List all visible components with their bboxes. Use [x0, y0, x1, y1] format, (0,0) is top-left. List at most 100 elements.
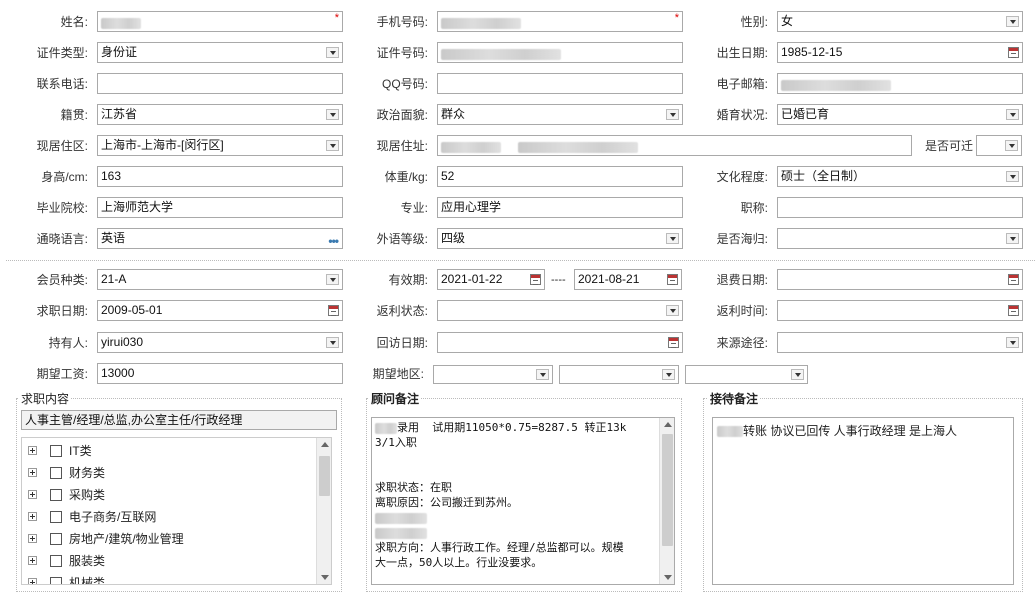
expand-plus-icon[interactable] [28, 446, 37, 455]
date-field[interactable]: 2009-05-01 [97, 300, 343, 321]
chevron-down-icon [326, 47, 339, 58]
calendar-icon[interactable] [1008, 47, 1019, 58]
area-province-select[interactable] [433, 365, 553, 384]
calendar-icon[interactable] [668, 337, 679, 348]
address-input[interactable] [437, 135, 912, 156]
advisor-notes-line [375, 525, 626, 540]
field-value: 上海师范大学 [101, 200, 174, 214]
field-value: 163 [101, 169, 122, 183]
calendar-icon[interactable] [530, 274, 541, 285]
text-field[interactable] [97, 73, 343, 94]
more-options-icon[interactable]: ••• [328, 232, 339, 248]
checkbox[interactable] [50, 577, 62, 584]
refund-date-input[interactable] [777, 269, 1023, 290]
checkbox[interactable] [50, 533, 62, 545]
checkbox[interactable] [50, 467, 62, 479]
text-field[interactable]: 52 [437, 166, 683, 187]
select-field[interactable]: 已婚已育 [777, 104, 1023, 125]
scroll-thumb[interactable] [662, 434, 673, 546]
calendar-icon[interactable] [667, 274, 678, 285]
field-value: 硕士（全日制） [781, 169, 866, 183]
text-field[interactable]: * [97, 11, 343, 32]
date-field[interactable] [777, 300, 1023, 321]
text-field[interactable]: 上海师范大学 [97, 197, 343, 218]
date-field[interactable]: 1985-12-15 [777, 42, 1023, 63]
field-label: 专业: [400, 201, 428, 215]
text-field[interactable] [437, 42, 683, 63]
expand-plus-icon[interactable] [28, 534, 37, 543]
expand-plus-icon[interactable] [28, 490, 37, 499]
scroll-down-icon[interactable] [321, 575, 329, 580]
valid-from-input[interactable]: 2021-01-22 [437, 269, 545, 290]
scroll-down-icon[interactable] [664, 575, 672, 580]
redacted-text [375, 512, 427, 524]
select-field[interactable] [437, 300, 683, 321]
member-type-label: 会员种类: [36, 273, 88, 287]
field-label: 返利时间: [716, 304, 768, 318]
expand-plus-icon[interactable] [28, 556, 37, 565]
select-field[interactable] [777, 332, 1023, 353]
residence-label: 现居住区: [36, 139, 88, 153]
text-field[interactable] [777, 73, 1023, 94]
text-field[interactable] [437, 73, 683, 94]
expand-plus-icon[interactable] [28, 512, 37, 521]
text-field[interactable]: 163 [97, 166, 343, 187]
checkbox[interactable] [50, 555, 62, 567]
job-category-tree[interactable]: IT类 财务类 采购类 电子商务/互联网 房地产/建筑/物业管理 服装类 机械类 [21, 437, 332, 585]
reception-notes-textarea[interactable]: 转账 协议已回传 人事行政经理 是上海人 [712, 417, 1014, 585]
select-field[interactable] [777, 228, 1023, 249]
advisor-panel-title: 顾问备注 [369, 392, 422, 406]
checkbox[interactable] [50, 511, 62, 523]
select-field[interactable]: 硕士（全日制） [777, 166, 1023, 187]
date-field[interactable] [437, 332, 683, 353]
field-value: 52 [441, 169, 455, 183]
select-field[interactable]: 群众 [437, 104, 683, 125]
tree-item-label: 电子商务/互联网 [69, 510, 157, 524]
advisor-notes-line: 求职方向：人事行政工作。经理/总监都可以。规模 [375, 540, 626, 555]
field-label: 姓名: [60, 15, 88, 29]
notes-scrollbar[interactable] [659, 418, 674, 584]
scroll-up-icon[interactable] [664, 422, 672, 427]
salary-input[interactable]: 13000 [97, 363, 343, 384]
calendar-icon[interactable] [328, 305, 339, 316]
select-field[interactable]: 身份证 [97, 42, 343, 63]
tree-item-label: 采购类 [69, 488, 106, 502]
field-value: 已婚已育 [781, 107, 830, 121]
tree-scrollbar[interactable] [316, 438, 331, 584]
scroll-up-icon[interactable] [321, 442, 329, 447]
field-label: 证件号码: [376, 46, 428, 60]
job-content-panel: 求职内容 人事主管/经理/总监,办公室主任/行政经理 IT类 财务类 采购类 电子商务… [16, 392, 342, 592]
calendar-icon[interactable] [1008, 305, 1019, 316]
picker-field[interactable]: 英语 ••• [97, 228, 343, 249]
select-field[interactable]: yirui030 [97, 332, 343, 353]
select-field[interactable]: 江苏省 [97, 104, 343, 125]
required-asterisk-icon: * [674, 12, 679, 24]
field-label: 体重/kg: [384, 170, 428, 184]
expand-plus-icon[interactable] [28, 578, 37, 584]
advisor-notes-line: 3/1入职 [375, 435, 626, 450]
text-field[interactable]: * [437, 11, 683, 32]
expand-plus-icon[interactable] [28, 468, 37, 477]
area-city-select[interactable] [559, 365, 679, 384]
select-field[interactable]: 女 [777, 11, 1023, 32]
select-field[interactable]: 四级 [437, 228, 683, 249]
relocate-select[interactable] [976, 135, 1022, 156]
field-label: 回访日期: [376, 336, 428, 350]
advisor-notes-textarea[interactable]: 录用 试用期11050*0.75=8287.5 转正13k 3/1入职 求职状态：在… [371, 417, 675, 585]
relocate-label: 是否可迁 [924, 139, 973, 153]
member-type-select[interactable]: 21-A [97, 269, 343, 290]
advisor-notes-line [375, 465, 626, 480]
calendar-icon[interactable] [1008, 274, 1019, 285]
scroll-thumb[interactable] [319, 456, 330, 496]
residence-select[interactable]: 上海市-上海市-[闵行区] [97, 135, 343, 156]
checkbox[interactable] [50, 445, 62, 457]
advisor-notes-panel: 顾问备注 录用 试用期11050*0.75=8287.5 转正13k 3/1入职求… [366, 392, 682, 592]
chevron-down-icon [1006, 16, 1019, 27]
chevron-down-icon [1006, 233, 1019, 244]
text-field[interactable]: 应用心理学 [437, 197, 683, 218]
area-district-select[interactable] [685, 365, 808, 384]
advisor-notes-line-text: 录用 试用期11050*0.75=8287.5 转正13k [397, 421, 627, 434]
valid-to-input[interactable]: 2021-08-21 [574, 269, 682, 290]
checkbox[interactable] [50, 489, 62, 501]
text-field[interactable] [777, 197, 1023, 218]
